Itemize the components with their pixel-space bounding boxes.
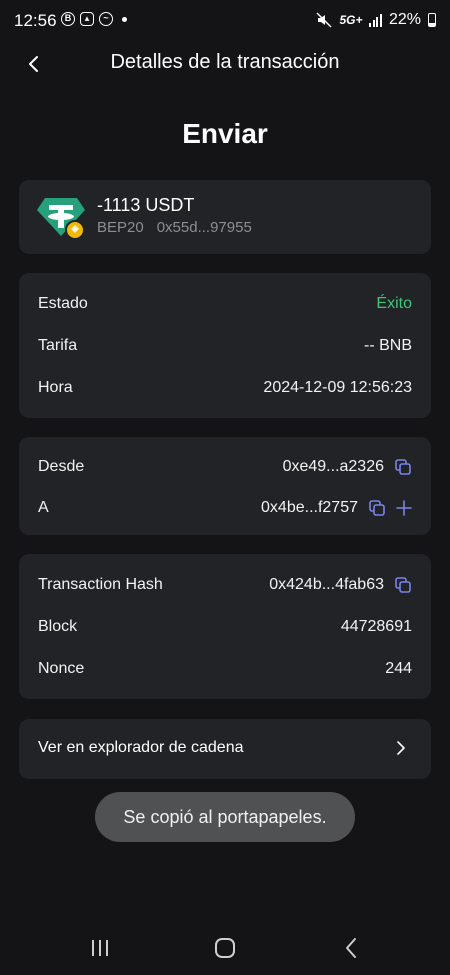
to-address: 0x4be...f2757 (261, 499, 358, 516)
hash-card: Transaction Hash 0x424b...4fab63 Block 4… (19, 554, 431, 699)
block-label: Block (38, 618, 78, 635)
fee-label: Tarifa (38, 337, 78, 354)
copied-toast: Se copió al portapapeles. (95, 792, 355, 842)
tx-hash-value: 0x424b...4fab63 (269, 576, 384, 593)
copy-icon[interactable] (368, 499, 386, 517)
status-value: Éxito (376, 295, 412, 312)
home-icon[interactable] (212, 935, 238, 961)
system-nav-bar (0, 920, 450, 975)
block-row: Block 44728691 (38, 615, 412, 639)
status-time: 12:56 (14, 11, 57, 30)
back-nav-icon[interactable] (338, 935, 364, 961)
more-notifications-dot (122, 16, 127, 22)
to-row: A 0x4be...f2757 (38, 496, 412, 520)
tether-icon (37, 198, 85, 240)
fee-value: -- BNB (364, 337, 412, 354)
asset-network: BEP20 (97, 219, 144, 236)
tx-hash-value-group: 0x424b...4fab63 (269, 576, 412, 594)
block-value: 44728691 (340, 618, 412, 635)
status-bar: 12:56 B ▴ ~ 5G+ 22% (0, 0, 450, 42)
nonce-label: Nonce (38, 660, 85, 677)
copy-icon[interactable] (394, 458, 412, 476)
status-label: Estado (38, 295, 88, 312)
from-address: 0xe49...a2326 (282, 458, 384, 475)
from-value-group: 0xe49...a2326 (283, 458, 412, 476)
nonce-value: 244 (385, 660, 412, 677)
from-label: Desde (38, 458, 85, 475)
asset-card: -1113 USDT BEP20 0x55d...97955 (19, 180, 431, 254)
asset-details: BEP20 0x55d...97955 (97, 219, 252, 236)
status-card: Estado Éxito Tarifa -- BNB Hora 2024-12-… (19, 273, 431, 418)
mute-icon (316, 12, 332, 28)
add-contact-plus-icon[interactable] (396, 500, 412, 516)
chevron-right-icon (397, 741, 405, 755)
copy-icon[interactable] (394, 576, 412, 594)
battery-icon (428, 13, 436, 27)
time-value: 2024-12-09 12:56:23 (263, 379, 412, 396)
network-type: 5G+ (339, 13, 363, 27)
battery-percent: 22% (388, 11, 421, 28)
asset-amount: -1113 USDT (97, 195, 195, 215)
messenger-icon: ~ (99, 12, 113, 26)
page-title: Enviar (182, 118, 268, 149)
system-icons: 5G+ 22% (316, 11, 436, 29)
fee-row: Tarifa -- BNB (38, 334, 412, 358)
notification-icons: B ▴ ~ (61, 12, 127, 26)
time-row: Hora 2024-12-09 12:56:23 (38, 376, 412, 400)
recent-apps-icon[interactable] (87, 935, 113, 961)
app-header: Detalles de la transacción (0, 42, 450, 84)
status-row: Estado Éxito (38, 292, 412, 316)
b-icon: B (61, 12, 75, 26)
image-icon: ▴ (80, 12, 94, 26)
signal-icon (369, 13, 382, 27)
explorer-label: Ver en explorador de cadena (38, 739, 244, 756)
from-row: Desde 0xe49...a2326 (38, 455, 412, 479)
view-in-explorer-button[interactable]: Ver en explorador de cadena (19, 719, 431, 779)
tx-hash-label: Transaction Hash (38, 576, 163, 593)
time-label: Hora (38, 379, 73, 396)
address-card: Desde 0xe49...a2326 A 0x4be...f2757 (19, 437, 431, 535)
to-label: A (38, 499, 49, 516)
to-value-group: 0x4be...f2757 (261, 499, 412, 517)
contract-address: 0x55d...97955 (156, 219, 252, 236)
tx-hash-row: Transaction Hash 0x424b...4fab63 (38, 573, 412, 597)
nonce-row: Nonce 244 (38, 657, 412, 681)
header-title: Detalles de la transacción (110, 51, 340, 73)
